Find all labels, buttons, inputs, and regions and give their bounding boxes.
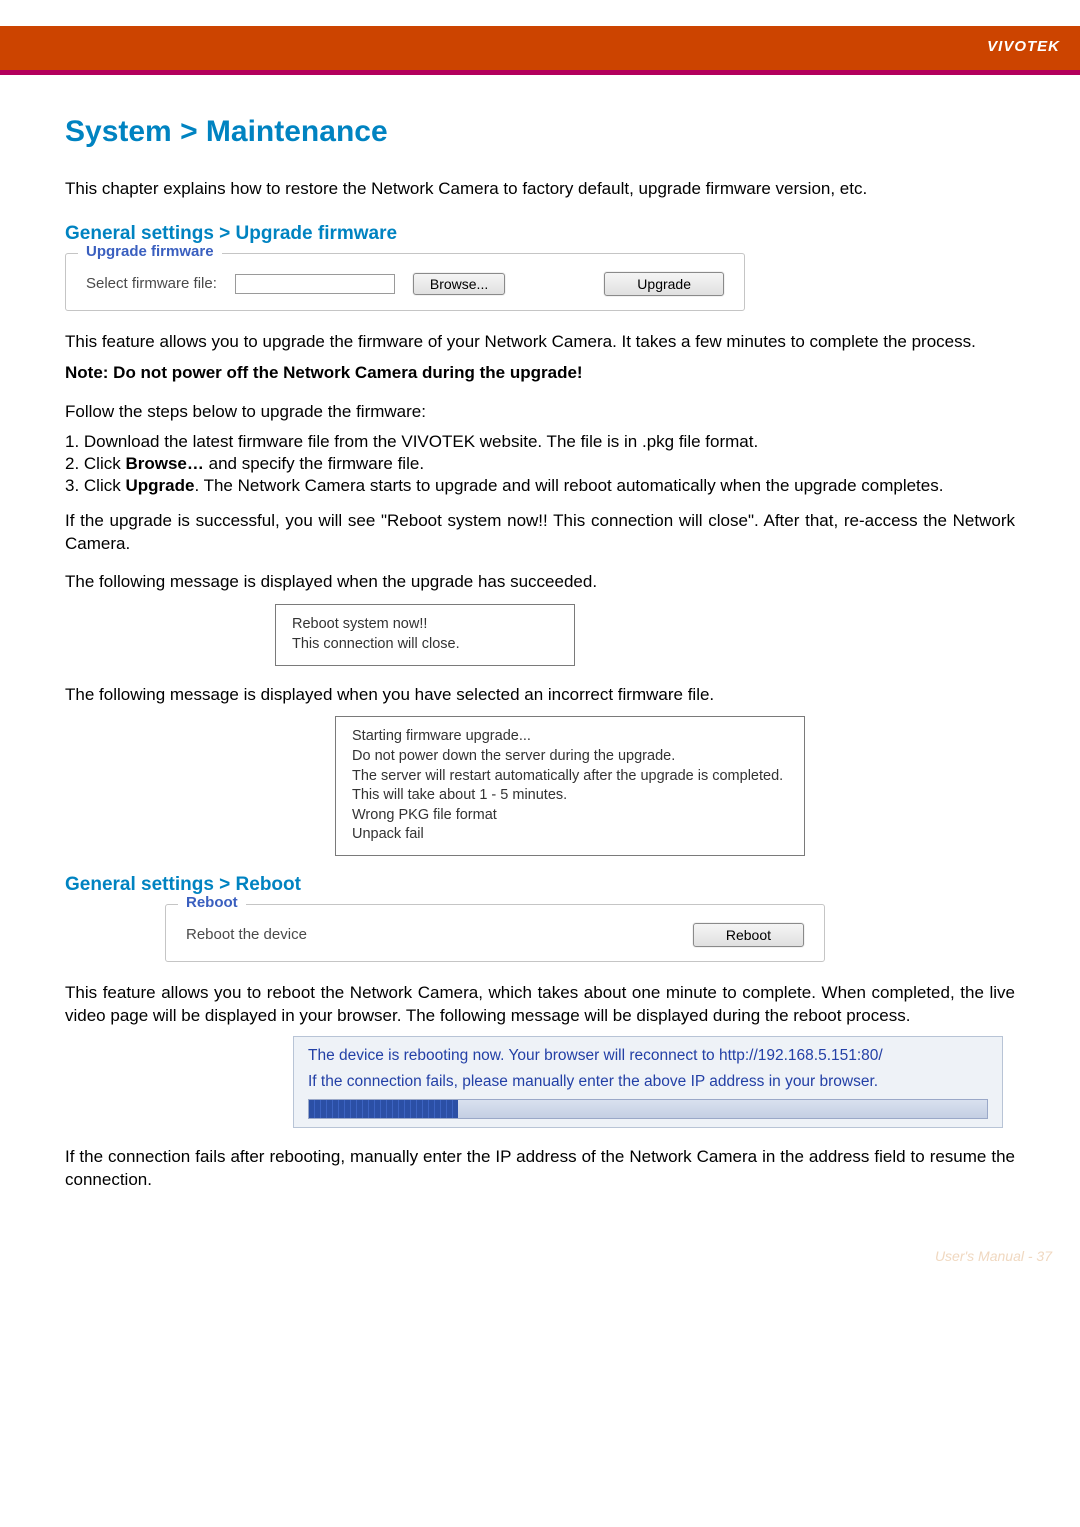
reboot-message-panel: The device is rebooting now. Your browse… [293, 1036, 1003, 1128]
reboot-button[interactable]: Reboot [693, 923, 804, 947]
reboot-msg-line1: The device is rebooting now. Your browse… [308, 1047, 988, 1065]
reboot-progress-bar [308, 1099, 988, 1119]
header-band: VIVOTEK [0, 0, 1080, 70]
upgrade-desc: This feature allows you to upgrade the f… [65, 331, 1015, 354]
step-3: 3. Click Upgrade. The Network Camera sta… [65, 476, 1015, 496]
firmware-file-input[interactable] [235, 274, 395, 294]
msg-fail-box: Starting firmware upgrade... Do not powe… [335, 716, 805, 855]
steps-intro: Follow the steps below to upgrade the fi… [65, 401, 1015, 424]
reboot-after: If the connection fails after rebooting,… [65, 1146, 1015, 1192]
section-upgrade-heading: General settings > Upgrade firmware [65, 223, 1015, 245]
msg-success-box: Reboot system now!! This connection will… [275, 604, 575, 665]
upgrade-success-para: If the upgrade is successful, you will s… [65, 510, 1015, 556]
step-2: 2. Click Browse… and specify the firmwar… [65, 454, 1015, 474]
upgrade-note: Note: Do not power off the Network Camer… [65, 362, 1015, 385]
msg-fail-intro: The following message is displayed when … [65, 684, 1015, 707]
upgrade-button[interactable]: Upgrade [604, 272, 724, 296]
brand-logo: VIVOTEK [987, 38, 1060, 55]
reboot-desc: This feature allows you to reboot the Ne… [65, 982, 1015, 1028]
section-reboot-heading: General settings > Reboot [65, 874, 1015, 896]
step-1: 1. Download the latest firmware file fro… [65, 432, 1015, 452]
upgrade-legend: Upgrade firmware [78, 243, 222, 260]
intro-text: This chapter explains how to restore the… [65, 177, 1015, 201]
reboot-fieldset: Reboot Reboot the device Reboot [165, 904, 825, 962]
steps-list: 1. Download the latest firmware file fro… [65, 432, 1015, 496]
reboot-progress-fill [309, 1100, 458, 1118]
msg-succeed-intro: The following message is displayed when … [65, 571, 1015, 594]
page-footer: User's Manual - 37 [0, 1220, 1080, 1284]
page-title: System > Maintenance [65, 115, 1015, 149]
reboot-msg-line2: If the connection fails, please manually… [308, 1073, 988, 1091]
select-firmware-label: Select firmware file: [86, 275, 217, 292]
reboot-legend: Reboot [178, 894, 246, 911]
reboot-label: Reboot the device [186, 926, 693, 943]
upgrade-fieldset: Upgrade firmware Select firmware file: B… [65, 253, 745, 311]
browse-button[interactable]: Browse... [413, 273, 505, 295]
